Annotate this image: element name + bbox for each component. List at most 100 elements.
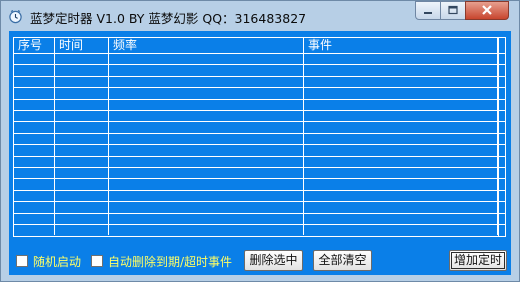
table-cell: [109, 133, 304, 145]
table-cell: [109, 190, 304, 202]
table-cell: [55, 88, 109, 99]
table-row[interactable]: [14, 155, 505, 167]
table-cell: [304, 179, 498, 190]
table-cell: [14, 202, 55, 213]
table-cell: [304, 122, 498, 133]
clock-icon: [9, 10, 22, 24]
table-cell: [14, 76, 55, 88]
table-row[interactable]: [14, 224, 505, 236]
table-cell: [14, 54, 55, 65]
table-row[interactable]: [14, 132, 505, 145]
table-cell: [14, 111, 55, 122]
table-cell: [14, 88, 55, 99]
autodelete-option[interactable]: 自动删除到期/超时事件: [91, 253, 232, 269]
table-cell: [304, 99, 498, 110]
autostart-label: 随机启动: [33, 254, 82, 269]
table-cell: [55, 168, 109, 179]
table-cell: [304, 133, 498, 145]
window-title: 蓝梦定时器 V1.0 BY 蓝梦幻影 QQ：316483827: [30, 11, 307, 26]
table-row[interactable]: [14, 53, 505, 65]
table-cell: [14, 156, 55, 167]
table-cell: [55, 190, 109, 202]
table-cell: [55, 202, 109, 213]
client-area: 序号 时间 频率 事件 随机启动 自动删除到期/超时事件 删除选中 全部清空 增…: [9, 31, 511, 275]
timer-event-table[interactable]: 序号 时间 频率 事件: [13, 37, 506, 237]
column-header-index[interactable]: 序号: [14, 38, 55, 53]
table-cell: [304, 168, 498, 179]
autodelete-label: 自动删除到期/超时事件: [108, 254, 233, 269]
table-cell: [304, 190, 498, 202]
table-cell: [55, 145, 109, 156]
table-cell: [304, 213, 498, 224]
close-icon: [482, 5, 492, 15]
table-cell: [14, 168, 55, 179]
maximize-button[interactable]: [440, 1, 466, 20]
table-row[interactable]: [14, 167, 505, 179]
table-row[interactable]: [14, 178, 505, 190]
table-row[interactable]: [14, 87, 505, 99]
table-cell: [14, 145, 55, 156]
table-cell: [55, 179, 109, 190]
table-cell: [109, 88, 304, 99]
table-cell: [55, 65, 109, 76]
clear-all-button[interactable]: 全部清空: [313, 250, 372, 271]
autodelete-checkbox[interactable]: [91, 255, 103, 267]
delete-selected-button[interactable]: 删除选中: [244, 250, 303, 271]
table-row[interactable]: [14, 212, 505, 224]
autostart-checkbox[interactable]: [16, 255, 28, 267]
table-cell: [304, 76, 498, 88]
column-header-event[interactable]: 事件: [304, 38, 498, 53]
table-cell: [55, 122, 109, 133]
title-bar[interactable]: 蓝梦定时器 V1.0 BY 蓝梦幻影 QQ：316483827: [1, 1, 519, 31]
table-cell: [14, 65, 55, 76]
table-cell: [55, 76, 109, 88]
minimize-icon: [424, 12, 432, 14]
table-cell: [109, 54, 304, 65]
table-row[interactable]: [14, 110, 505, 122]
table-cell: [304, 156, 498, 167]
table-row[interactable]: [14, 121, 505, 133]
table-row[interactable]: [14, 189, 505, 202]
table-cell: [304, 225, 498, 236]
table-cell: [55, 213, 109, 224]
table-row[interactable]: [14, 75, 505, 88]
table-row[interactable]: [14, 144, 505, 156]
table-cell: [109, 202, 304, 213]
table-right-edge: [498, 38, 505, 236]
table-cell: [55, 156, 109, 167]
minimize-button[interactable]: [415, 1, 441, 20]
table-cell: [109, 76, 304, 88]
table-cell: [304, 54, 498, 65]
table-cell: [109, 213, 304, 224]
table-row[interactable]: [14, 98, 505, 110]
table-cell: [14, 225, 55, 236]
table-cell: [55, 225, 109, 236]
close-button[interactable]: [465, 1, 509, 20]
table-cell: [55, 133, 109, 145]
maximize-icon: [448, 5, 458, 15]
table-cell: [109, 122, 304, 133]
table-cell: [109, 179, 304, 190]
table-cell: [55, 54, 109, 65]
column-header-frequency[interactable]: 频率: [109, 38, 304, 53]
table-cell: [55, 99, 109, 110]
table-cell: [14, 190, 55, 202]
table-cell: [14, 213, 55, 224]
table-cell: [109, 99, 304, 110]
autostart-option[interactable]: 随机启动: [16, 253, 81, 269]
table-cell: [109, 65, 304, 76]
table-row[interactable]: [14, 64, 505, 76]
table-cell: [55, 111, 109, 122]
column-header-time[interactable]: 时间: [55, 38, 109, 53]
table-cell: [304, 65, 498, 76]
table-cell: [109, 111, 304, 122]
table-cell: [14, 99, 55, 110]
table-cell: [304, 202, 498, 213]
table-cell: [109, 168, 304, 179]
table-cell: [304, 111, 498, 122]
table-cell: [14, 179, 55, 190]
table-header: 序号 时间 频率 事件: [14, 38, 505, 53]
table-cell: [14, 122, 55, 133]
table-row[interactable]: [14, 201, 505, 213]
add-timer-button[interactable]: 增加定时: [449, 250, 507, 271]
